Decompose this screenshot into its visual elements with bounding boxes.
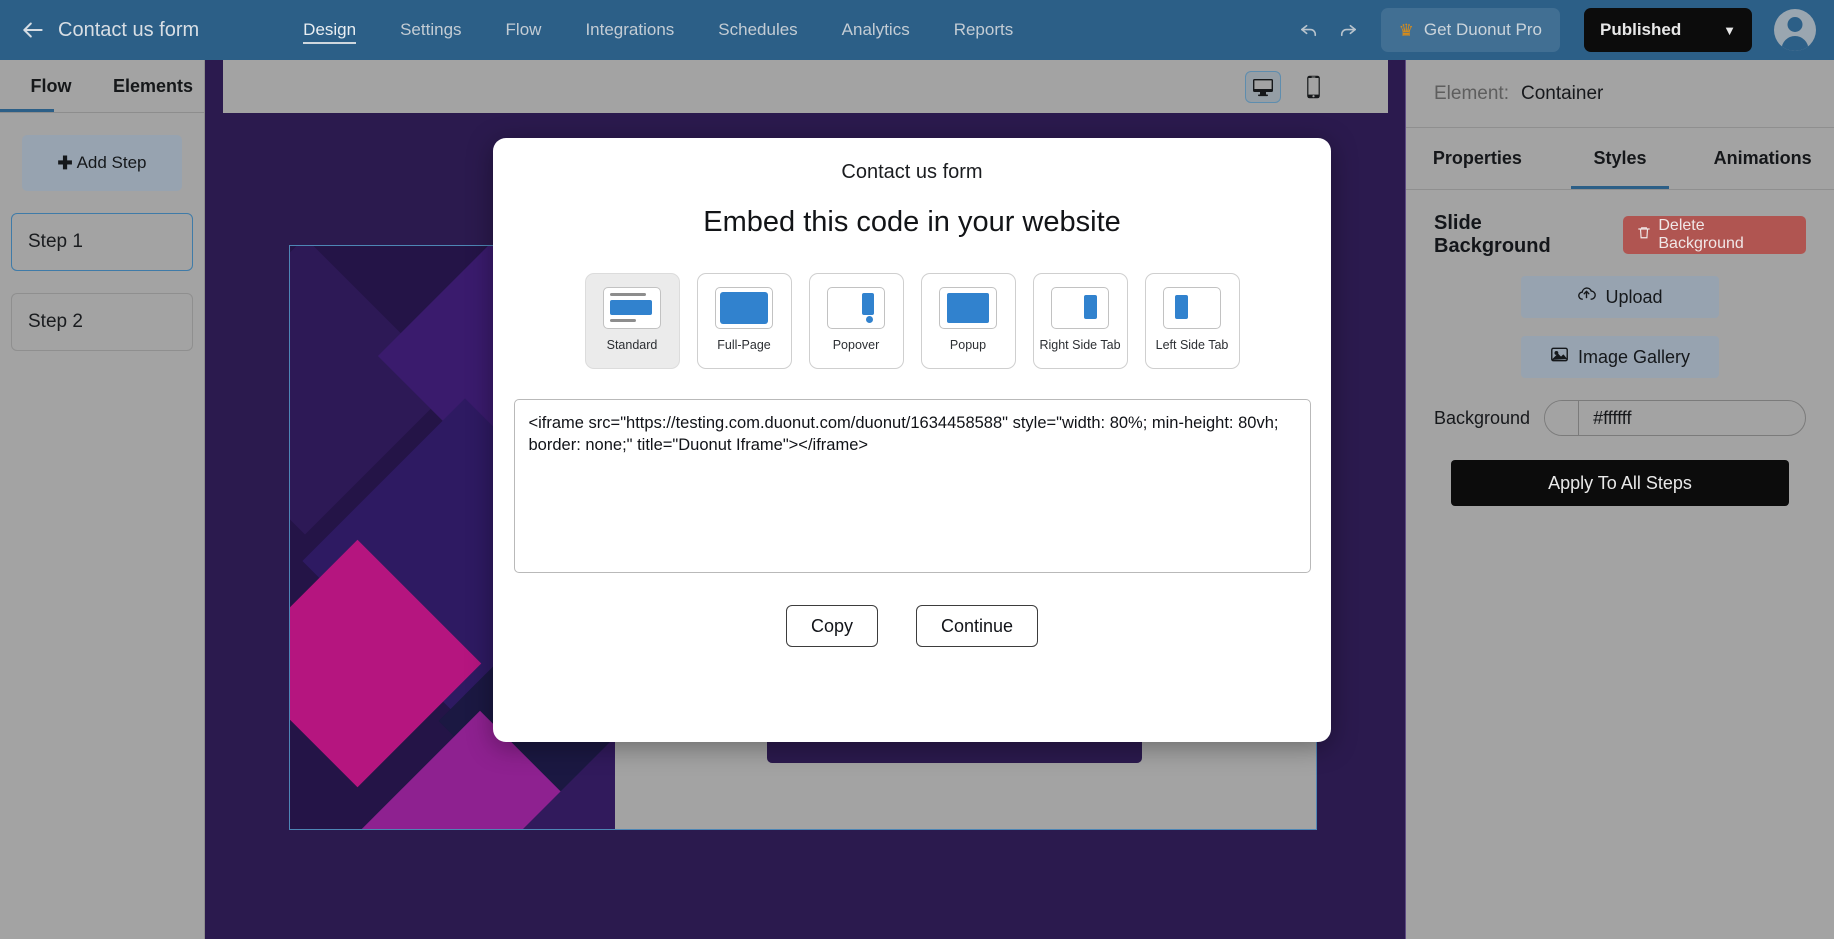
embed-code-modal: Contact us form Embed this code in your … [493, 138, 1331, 742]
delete-background-button[interactable]: Delete Background [1623, 216, 1806, 254]
sidebar-item-step-2[interactable]: Step 2 [11, 293, 193, 351]
modal-title: Embed this code in your website [493, 206, 1331, 239]
nav-item-reports[interactable]: Reports [932, 0, 1036, 60]
get-duonut-pro-button[interactable]: ♛ Get Duonut Pro [1381, 8, 1560, 52]
embed-type-selector: Standard Full-Page Popover Popup [493, 273, 1331, 369]
panel-tabs: Properties Styles Animations [1406, 128, 1834, 190]
embed-type-left-side-tab[interactable]: Left Side Tab [1145, 273, 1240, 369]
apply-to-all-steps-button[interactable]: Apply To All Steps [1451, 460, 1789, 506]
crown-icon: ♛ [1399, 22, 1414, 39]
add-step-button[interactable]: ✚ Add Step [22, 135, 182, 191]
header-actions: ♛ Get Duonut Pro Published ▼ [1291, 0, 1834, 60]
background-label: Background [1434, 408, 1530, 429]
sidebar-item-step-1[interactable]: Step 1 [11, 213, 193, 271]
mobile-phone-icon[interactable] [1295, 71, 1331, 103]
user-avatar[interactable] [1774, 9, 1816, 51]
nav-item-flow[interactable]: Flow [484, 0, 564, 60]
embed-code-textarea[interactable]: <iframe src="https://testing.com.duonut.… [514, 399, 1311, 573]
element-value: Container [1521, 83, 1603, 105]
image-gallery-label: Image Gallery [1578, 347, 1690, 368]
slide-background-title: Slide Background [1434, 212, 1601, 258]
element-label: Element: [1434, 83, 1509, 105]
selected-element-row: Element: Container [1406, 60, 1834, 128]
main-nav: Design Settings Flow Integrations Schedu… [281, 0, 1035, 60]
embed-type-label: Standard [607, 338, 658, 352]
embed-type-label: Popover [833, 338, 880, 352]
trash-icon [1637, 225, 1651, 245]
embed-type-label: Right Side Tab [1039, 338, 1120, 352]
desktop-monitor-icon[interactable] [1245, 71, 1281, 103]
undo-icon[interactable] [1291, 11, 1329, 49]
continue-button[interactable]: Continue [916, 605, 1038, 647]
background-color-row: Background #ffffff [1406, 378, 1834, 436]
avatar-head [1788, 17, 1803, 32]
plus-icon: ✚ [57, 153, 72, 174]
right-properties-panel: Element: Container Properties Styles Ani… [1405, 60, 1834, 939]
modal-action-row: Copy Continue [493, 605, 1331, 647]
embed-type-label: Popup [950, 338, 986, 352]
back-arrow-icon[interactable] [16, 13, 50, 47]
cloud-upload-icon [1577, 286, 1596, 308]
background-color-input[interactable]: #ffffff [1544, 400, 1806, 436]
top-header: Contact us form Design Settings Flow Int… [0, 0, 1834, 60]
redo-icon[interactable] [1329, 11, 1367, 49]
image-gallery-button[interactable]: Image Gallery [1521, 336, 1719, 378]
tab-styles[interactable]: Styles [1549, 128, 1692, 189]
nav-item-design[interactable]: Design [281, 0, 378, 60]
modal-subtitle: Contact us form [493, 161, 1331, 184]
add-step-label: Add Step [77, 153, 147, 173]
embed-type-full-page[interactable]: Full-Page [697, 273, 792, 369]
tab-properties[interactable]: Properties [1406, 128, 1549, 189]
device-toolbar [223, 60, 1388, 113]
app-root: Contact us form Design Settings Flow Int… [0, 0, 1834, 939]
left-side-tab-thumb-icon [1163, 287, 1221, 329]
publish-status-label: Published [1600, 20, 1681, 40]
avatar-body [1782, 36, 1809, 51]
sidebar-tabs: Flow Elements [0, 60, 204, 112]
embed-type-label: Full-Page [717, 338, 771, 352]
sidebar-divider [0, 112, 204, 113]
embed-type-popover[interactable]: Popover [809, 273, 904, 369]
copy-button[interactable]: Copy [786, 605, 878, 647]
popup-thumb-icon [939, 287, 997, 329]
document-title: Contact us form [58, 19, 199, 42]
left-sidebar: Flow Elements ✚ Add Step Step 1 Step 2 [0, 60, 205, 939]
nav-item-analytics[interactable]: Analytics [820, 0, 932, 60]
embed-type-popup[interactable]: Popup [921, 273, 1016, 369]
embed-type-right-side-tab[interactable]: Right Side Tab [1033, 273, 1128, 369]
right-side-tab-thumb-icon [1051, 287, 1109, 329]
background-color-value: #ffffff [1579, 408, 1631, 429]
color-swatch[interactable] [1545, 401, 1579, 435]
get-duonut-pro-label: Get Duonut Pro [1424, 20, 1542, 40]
image-icon [1550, 346, 1569, 368]
embed-type-standard[interactable]: Standard [585, 273, 680, 369]
delete-background-label: Delete Background [1658, 217, 1792, 253]
fullpage-thumb-icon [715, 287, 773, 329]
chevron-down-icon: ▼ [1723, 23, 1736, 38]
tab-animations[interactable]: Animations [1691, 128, 1834, 189]
publish-status-dropdown[interactable]: Published ▼ [1584, 8, 1752, 52]
nav-item-schedules[interactable]: Schedules [696, 0, 819, 60]
embed-type-label: Left Side Tab [1156, 338, 1229, 352]
upload-label: Upload [1605, 287, 1662, 308]
slide-background-row: Slide Background Delete Background [1406, 190, 1834, 258]
popover-thumb-icon [827, 287, 885, 329]
upload-button[interactable]: Upload [1521, 276, 1719, 318]
sidebar-tab-elements[interactable]: Elements [102, 60, 204, 112]
nav-item-settings[interactable]: Settings [378, 0, 483, 60]
nav-item-integrations[interactable]: Integrations [563, 0, 696, 60]
sidebar-tab-flow[interactable]: Flow [0, 60, 102, 112]
standard-thumb-icon [603, 287, 661, 329]
